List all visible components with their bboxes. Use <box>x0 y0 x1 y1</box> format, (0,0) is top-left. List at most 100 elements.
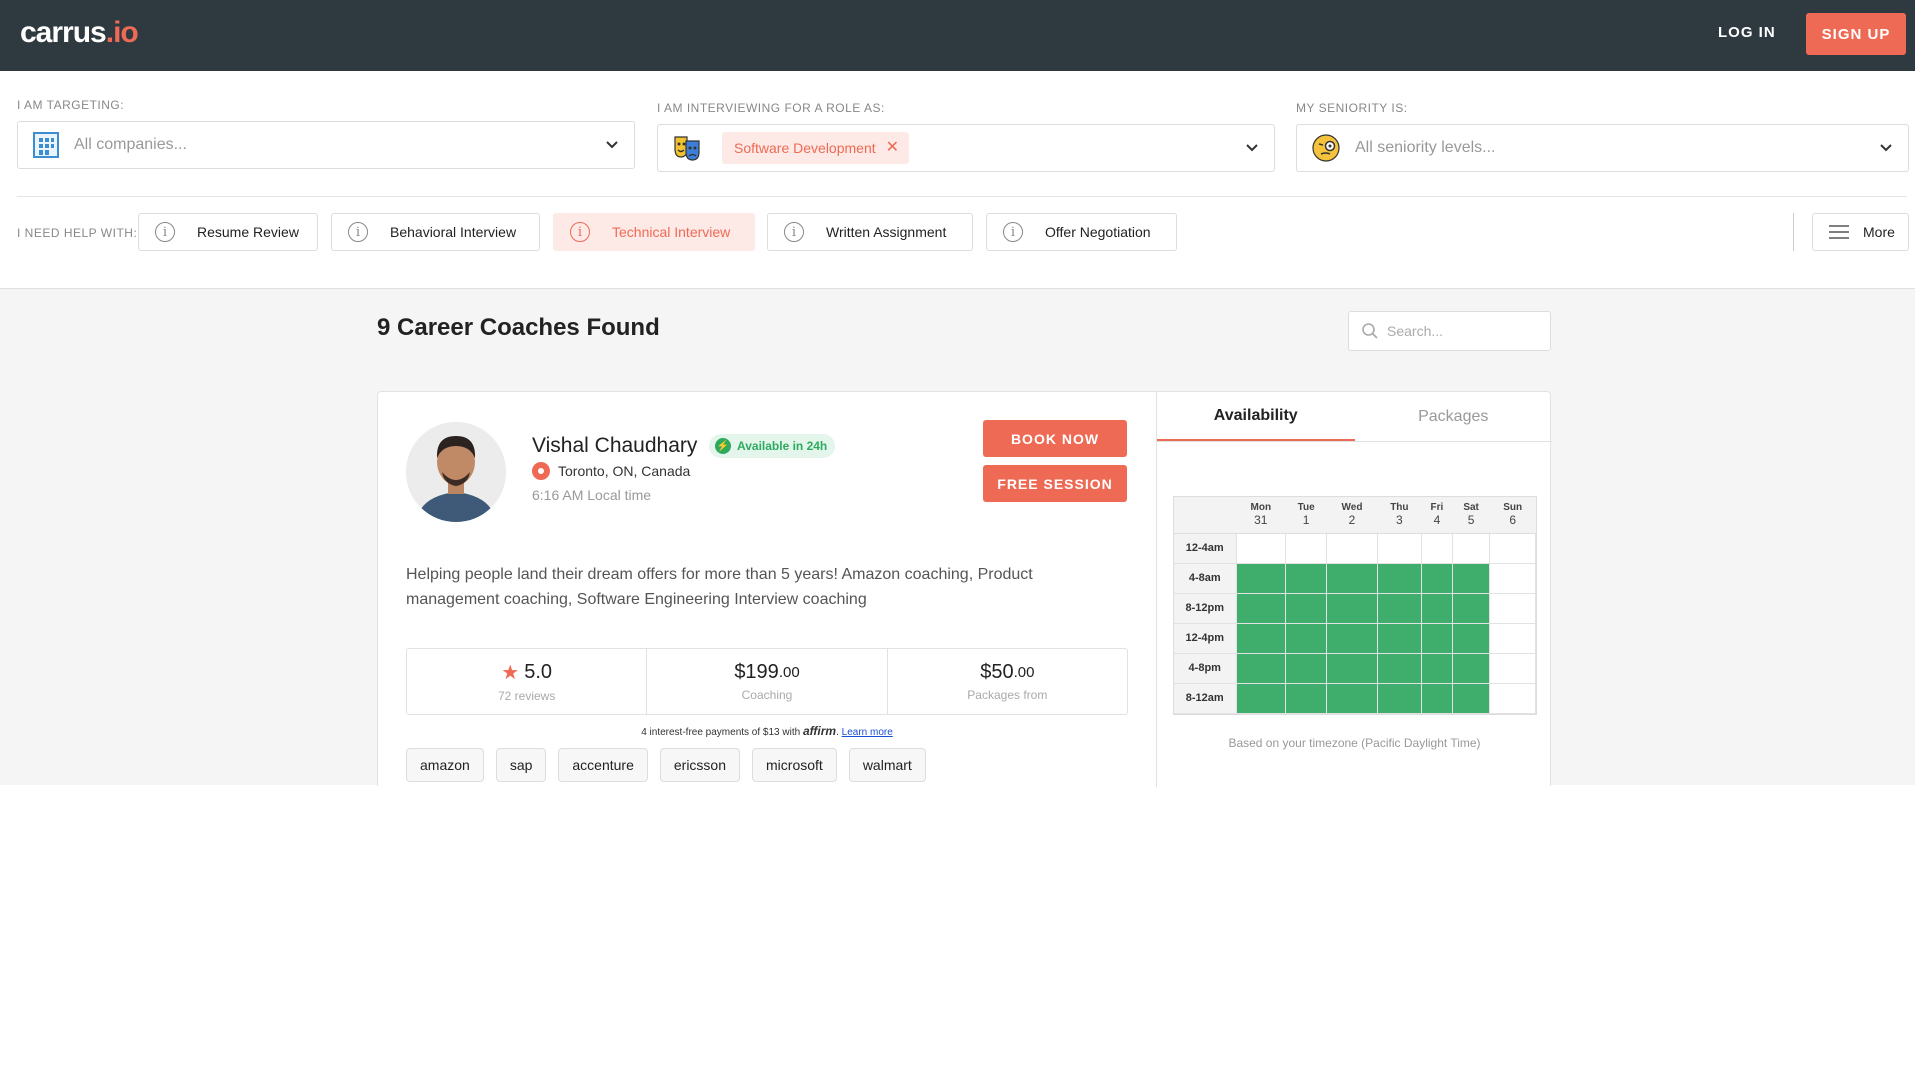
star-icon: ★ <box>501 662 520 684</box>
unavailable-slot-cell <box>1489 682 1536 714</box>
available-slot-cell[interactable] <box>1285 592 1328 624</box>
available-slot-cell[interactable] <box>1451 622 1491 654</box>
available-slot-cell[interactable] <box>1326 622 1378 654</box>
help-item-label: Technical Interview <box>612 224 731 240</box>
seniority-select[interactable]: All seniority levels... <box>1296 124 1909 172</box>
available-slot-cell[interactable] <box>1451 562 1491 594</box>
available-slot-cell[interactable] <box>1326 652 1378 684</box>
coach-search-input[interactable]: Search... <box>1348 311 1551 351</box>
help-label: I NEED HELP WITH: <box>17 226 138 240</box>
time-slot-label: 4-8pm <box>1174 652 1237 684</box>
grid-corner <box>1174 497 1236 534</box>
available-slot-cell[interactable] <box>1376 622 1422 654</box>
company-tag[interactable]: microsoft <box>752 748 837 782</box>
search-placeholder: Search... <box>1387 323 1444 339</box>
remove-chip-icon[interactable]: ✕ <box>886 140 899 156</box>
available-slot-cell[interactable] <box>1420 682 1453 714</box>
chevron-down-icon <box>1244 139 1260 160</box>
unavailable-slot-cell <box>1489 652 1536 684</box>
available-slot-cell[interactable] <box>1285 682 1328 714</box>
affirm-note: 4 interest-free payments of $13 with aff… <box>641 724 893 738</box>
available-slot-cell[interactable] <box>1285 562 1328 594</box>
time-slot-row: 4-8pm <box>1174 652 1536 684</box>
available-slot-cell[interactable] <box>1376 682 1422 714</box>
monocle-face-icon <box>1311 133 1341 163</box>
role-chip-label: Software Development <box>734 140 876 156</box>
targeting-label: I AM TARGETING: <box>17 98 125 112</box>
available-slot-cell[interactable] <box>1285 622 1328 654</box>
help-offer-negotiation-button[interactable]: i Offer Negotiation <box>986 213 1177 251</box>
info-icon: i <box>570 222 590 242</box>
affirm-text: 4 interest-free payments of $13 with <box>641 727 801 738</box>
coaching-price-stat: $199.00 Coaching <box>647 649 888 714</box>
available-slot-cell[interactable] <box>1326 682 1378 714</box>
help-behavioral-interview-button[interactable]: i Behavioral Interview <box>331 213 540 251</box>
theater-masks-icon <box>672 133 702 163</box>
seniority-label: MY SENIORITY IS: <box>1296 101 1408 115</box>
time-slot-label: 8-12pm <box>1174 592 1237 624</box>
coach-name[interactable]: Vishal Chaudhary <box>532 434 697 458</box>
logo-main: carrus <box>20 16 107 49</box>
packages-price-cents: .00 <box>1013 664 1035 681</box>
available-slot-cell[interactable] <box>1235 622 1287 654</box>
available-slot-cell[interactable] <box>1420 562 1453 594</box>
role-select[interactable]: Software Development ✕ <box>657 124 1275 172</box>
location-pin-icon <box>532 462 550 480</box>
available-slot-cell[interactable] <box>1376 562 1422 594</box>
unavailable-slot-cell <box>1489 532 1536 564</box>
available-slot-cell[interactable] <box>1326 562 1378 594</box>
schedule-panel: Availability Packages Mon 31 Tue 1 Wed 2 Th… <box>1156 392 1553 787</box>
available-slot-cell[interactable] <box>1285 652 1328 684</box>
time-slot-row: 8-12am <box>1174 682 1536 714</box>
unavailable-slot-cell <box>1420 532 1453 564</box>
available-slot-cell[interactable] <box>1235 682 1287 714</box>
signup-button[interactable]: SIGN UP <box>1806 13 1906 55</box>
timezone-note: Based on your timezone (Pacific Daylight… <box>1228 736 1481 750</box>
company-tag[interactable]: ericsson <box>659 748 741 782</box>
more-button[interactable]: More <box>1812 213 1909 251</box>
available-slot-cell[interactable] <box>1235 652 1287 684</box>
available-slot-cell[interactable] <box>1376 652 1422 684</box>
coach-avatar[interactable] <box>406 422 506 522</box>
available-slot-cell[interactable] <box>1451 652 1491 684</box>
available-slot-cell[interactable] <box>1451 682 1491 714</box>
help-technical-interview-button[interactable]: i Technical Interview <box>553 213 755 251</box>
book-now-button[interactable]: BOOK NOW <box>983 420 1127 457</box>
available-slot-cell[interactable] <box>1326 592 1378 624</box>
affirm-logo: affirm <box>802 724 837 738</box>
help-written-assignment-button[interactable]: i Written Assignment <box>767 213 973 251</box>
help-item-label: Written Assignment <box>826 224 947 240</box>
results-section: 9 Career Coaches Found Search... Vishal … <box>0 288 1915 787</box>
available-slot-cell[interactable] <box>1420 622 1453 654</box>
chevron-down-icon <box>1878 139 1894 160</box>
carrus-logo[interactable]: carrus.io <box>20 16 139 50</box>
free-session-button[interactable]: FREE SESSION <box>983 465 1127 502</box>
company-tag[interactable]: amazon <box>406 748 484 782</box>
affirm-learn-more-link[interactable]: Learn more <box>842 727 893 738</box>
info-icon: i <box>784 222 804 242</box>
filter-divider <box>17 196 1907 197</box>
available-slot-cell[interactable] <box>1420 592 1453 624</box>
available-slot-cell[interactable] <box>1451 592 1491 624</box>
tab-packages[interactable]: Packages <box>1355 392 1553 441</box>
company-tag[interactable]: sap <box>495 748 547 782</box>
available-slot-cell[interactable] <box>1376 592 1422 624</box>
lightning-icon: ⚡ <box>715 438 731 454</box>
company-tag[interactable]: walmart <box>848 748 926 782</box>
help-item-label: Offer Negotiation <box>1045 224 1151 240</box>
help-resume-review-button[interactable]: i Resume Review <box>138 213 318 251</box>
info-icon: i <box>1003 222 1023 242</box>
coach-local-time: 6:16 AM Local time <box>532 487 652 503</box>
company-tag[interactable]: accenture <box>558 748 648 782</box>
login-link[interactable]: LOG IN <box>1718 24 1776 41</box>
coaching-price-main: $199 <box>734 661 779 683</box>
available-slot-cell[interactable] <box>1235 562 1287 594</box>
tab-availability[interactable]: Availability <box>1157 392 1355 441</box>
reviews-count[interactable]: 72 reviews <box>498 689 555 703</box>
available-slot-cell[interactable] <box>1235 592 1287 624</box>
company-select[interactable]: All companies... <box>17 121 635 169</box>
role-chip: Software Development ✕ <box>722 132 910 164</box>
day-header: Fri 4 <box>1421 497 1453 534</box>
coach-stats: ★ 5.0 72 reviews $199.00 Coaching $50.00 … <box>406 648 1128 715</box>
available-slot-cell[interactable] <box>1420 652 1453 684</box>
